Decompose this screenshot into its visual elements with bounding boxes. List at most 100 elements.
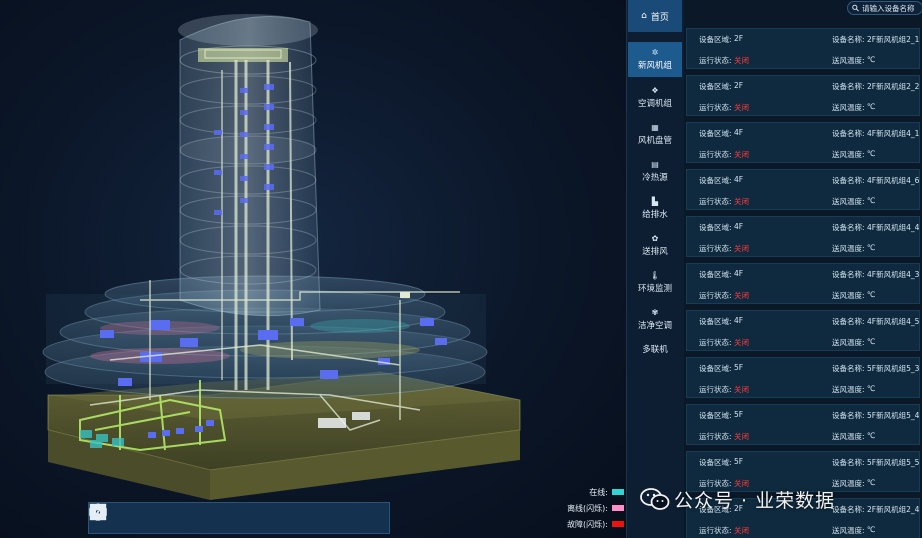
legend-swatch	[612, 521, 624, 527]
device-card[interactable]: 设备区域: 4F 设备名称: 4F新风机组4_4 运行状态: 关闭 送风温度: ℃	[686, 216, 920, 257]
section-tool[interactable]	[89, 506, 196, 530]
area-value: 5F	[734, 410, 744, 419]
name-label: 设备名称:	[832, 82, 865, 91]
heat-source-icon: ▤	[651, 160, 659, 169]
temp-label: 送风温度:	[832, 56, 865, 65]
status-label: 运行状态:	[699, 103, 732, 112]
area-value: 5F	[734, 363, 744, 372]
name-value: 2F新风机组2_1	[867, 35, 920, 44]
nav-item-label: 洁净空调	[637, 321, 672, 331]
legend-label: 离线(闪烁):	[567, 503, 608, 513]
nav-item-fan-coil[interactable]: ▦ 风机盘管	[628, 117, 682, 152]
home-view-tool[interactable]	[90, 505, 142, 530]
temp-label: 送风温度:	[832, 338, 865, 347]
device-card[interactable]: 设备区域: 5F 设备名称: 5F新风机组5_3 运行状态: 关闭 送风温度: ℃	[686, 357, 920, 398]
search-box[interactable]	[847, 1, 922, 15]
status-value: 关闭	[734, 56, 749, 65]
legend-offline: 离线(闪烁):	[540, 500, 624, 516]
device-card[interactable]: 设备区域: 2F 设备名称: 2F新风机组2_1 运行状态: 关闭 送风温度: ℃	[686, 28, 920, 69]
device-card[interactable]: 设备区域: 4F 设备名称: 4F新风机组4_3 运行状态: 关闭 送风温度: ℃	[686, 263, 920, 304]
building-model[interactable]	[0, 0, 626, 538]
legend-swatch	[612, 489, 624, 495]
nav-item-water[interactable]: ▙ 给排水	[628, 191, 682, 226]
area-label: 设备区域:	[699, 223, 732, 232]
status-label: 运行状态:	[699, 526, 732, 535]
device-card[interactable]: 设备区域: 4F 设备名称: 4F新风机组4_1 运行状态: 关闭 送风温度: ℃	[686, 122, 920, 163]
home-button[interactable]: ⌂ 首页	[628, 0, 682, 32]
name-label: 设备名称:	[832, 505, 865, 514]
area-label: 设备区域:	[699, 364, 732, 373]
status-value: 关闭	[734, 150, 749, 159]
fullscreen-icon	[89, 503, 107, 521]
name-label: 设备名称:	[832, 176, 865, 185]
temp-value: ℃	[867, 196, 876, 205]
status-label: 运行状态:	[699, 291, 732, 300]
name-label: 设备名称:	[832, 35, 865, 44]
name-label: 设备名称:	[832, 270, 865, 279]
nav-item-fresh-air-unit[interactable]: ✲ 新风机组	[628, 42, 682, 77]
nav-item-label: 环境监测	[637, 284, 672, 294]
temp-value: ℃	[867, 243, 876, 252]
area-value: 4F	[734, 128, 744, 137]
person-tool[interactable]	[94, 503, 251, 530]
nav-item-label: 新风机组	[637, 61, 672, 71]
area-label: 设备区域:	[699, 82, 732, 91]
area-value: 4F	[734, 222, 744, 231]
system-nav: ⌂ 首页 ✲ 新风机组 ❖ 空调机组 ▦ 风机盘管 ▤ 冷热源 ▙ 给排水 ✿ …	[626, 0, 685, 538]
area-label: 设备区域:	[699, 35, 732, 44]
device-card[interactable]: 设备区域: 4F 设备名称: 4F新风机组4_6 运行状态: 关闭 送风温度: ℃	[686, 169, 920, 210]
view-toolbar	[88, 502, 390, 534]
area-value: 4F	[734, 269, 744, 278]
status-value: 关闭	[734, 432, 749, 441]
area-value: 4F	[734, 316, 744, 325]
nav-item-heat-source[interactable]: ▤ 冷热源	[628, 154, 682, 189]
name-label: 设备名称:	[832, 129, 865, 138]
zoom-area-tool[interactable]	[90, 504, 169, 530]
temp-value: ℃	[867, 149, 876, 158]
name-label: 设备名称:	[832, 411, 865, 420]
temp-label: 送风温度:	[832, 479, 865, 488]
nav-item-vrf[interactable]: 多联机	[628, 331, 682, 366]
floor-tool[interactable]	[90, 504, 224, 530]
status-value: 关闭	[734, 244, 749, 253]
fan-icon: ✿	[651, 234, 659, 243]
home-label: 首页	[650, 12, 669, 23]
building-3d-viewport[interactable]: 在线: 离线(闪烁): 故障(闪烁):	[0, 0, 626, 538]
thermometer-icon: 🌡︎	[649, 271, 661, 280]
temp-value: ℃	[867, 384, 876, 393]
status-value: 关闭	[734, 526, 749, 535]
roam-tool[interactable]	[90, 504, 278, 530]
name-value: 4F新风机组4_3	[867, 270, 920, 279]
device-card[interactable]: 设备区域: 4F 设备名称: 4F新风机组4_5 运行状态: 关闭 送风温度: ℃	[686, 310, 920, 351]
name-value: 2F新风机组2_4	[867, 505, 920, 514]
fullscreen-tool[interactable]	[89, 503, 387, 530]
status-value: 关闭	[734, 103, 749, 112]
legend-swatch	[612, 505, 624, 511]
nav-item-ahu[interactable]: ❖ 空调机组	[628, 80, 682, 115]
status-label: 运行状态:	[699, 150, 732, 159]
temp-value: ℃	[867, 478, 876, 487]
temp-label: 送风温度:	[832, 291, 865, 300]
nav-item-ventilation[interactable]: ✿ 送排风	[628, 228, 682, 263]
temp-label: 送风温度:	[832, 150, 865, 159]
info-tool[interactable]	[90, 504, 360, 530]
nav-item-environment[interactable]: 🌡︎ 环境监测	[628, 265, 682, 300]
area-value: 5F	[734, 457, 744, 466]
name-value: 4F新风机组4_6	[867, 176, 920, 185]
status-value: 关闭	[734, 338, 749, 347]
name-label: 设备名称:	[832, 223, 865, 232]
status-label: 运行状态:	[699, 197, 732, 206]
grid-icon: ▦	[651, 123, 659, 132]
device-card[interactable]: 设备区域: 2F 设备名称: 2F新风机组2_2 运行状态: 关闭 送风温度: ℃	[686, 75, 920, 116]
legend-online: 在线:	[540, 484, 624, 500]
status-label: 运行状态:	[699, 244, 732, 253]
search-input[interactable]	[859, 3, 922, 13]
home-icon: ⌂	[641, 11, 647, 21]
settings-tool[interactable]	[90, 504, 333, 530]
area-value: 2F	[734, 81, 744, 90]
name-value: 5F新风机组5_4	[867, 411, 920, 420]
temp-label: 送风温度:	[832, 197, 865, 206]
name-value: 5F新风机组5_5	[867, 458, 920, 467]
list-tool[interactable]	[90, 504, 305, 530]
device-card[interactable]: 设备区域: 5F 设备名称: 5F新风机组5_4 运行状态: 关闭 送风温度: ℃	[686, 404, 920, 445]
